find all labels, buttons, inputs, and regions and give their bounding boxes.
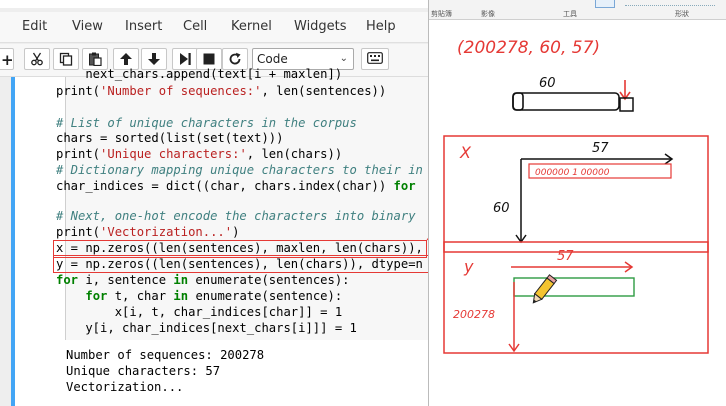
ribbon-shape-swatches[interactable]: [625, 0, 715, 6]
label-x: X: [459, 143, 472, 162]
pencil-cursor-icon: [532, 274, 558, 304]
ribbon-tools-label: 工具: [563, 10, 577, 18]
label-60-side: 60: [493, 201, 510, 216]
x-tensor-box: [443, 135, 709, 253]
paint-ribbon: 剪貼簿 影像 工具 形狀: [429, 0, 726, 20]
sequence-bar: [512, 92, 620, 111]
ribbon-shapes-label: 形狀: [675, 10, 689, 18]
ribbon-clipboard-label: 剪貼簿: [431, 10, 452, 18]
label-57-y: 57: [557, 249, 574, 264]
ribbon-image-label: 影像: [481, 10, 495, 18]
one-hot-cell: [619, 97, 634, 112]
paint-window: 剪貼簿 影像 工具 形狀 (200278, 60, 57) 60 X 57 00…: [428, 0, 726, 406]
label-y: y: [463, 257, 474, 276]
paint-canvas[interactable]: (200278, 60, 57) 60 X 57 000000 1 00000 …: [429, 20, 726, 406]
y-row-bar: [513, 277, 635, 297]
ribbon-dropdown[interactable]: [595, 0, 615, 8]
one-hot-row-text: 000000 1 00000: [535, 168, 610, 178]
label-200278: 200278: [453, 308, 495, 321]
shape-note: (200278, 60, 57): [457, 38, 600, 58]
sequence-bar-cap: [512, 92, 524, 111]
label-57-top: 57: [592, 141, 609, 156]
label-sixty: 60: [539, 76, 556, 91]
y-tensor-box: [443, 241, 709, 354]
